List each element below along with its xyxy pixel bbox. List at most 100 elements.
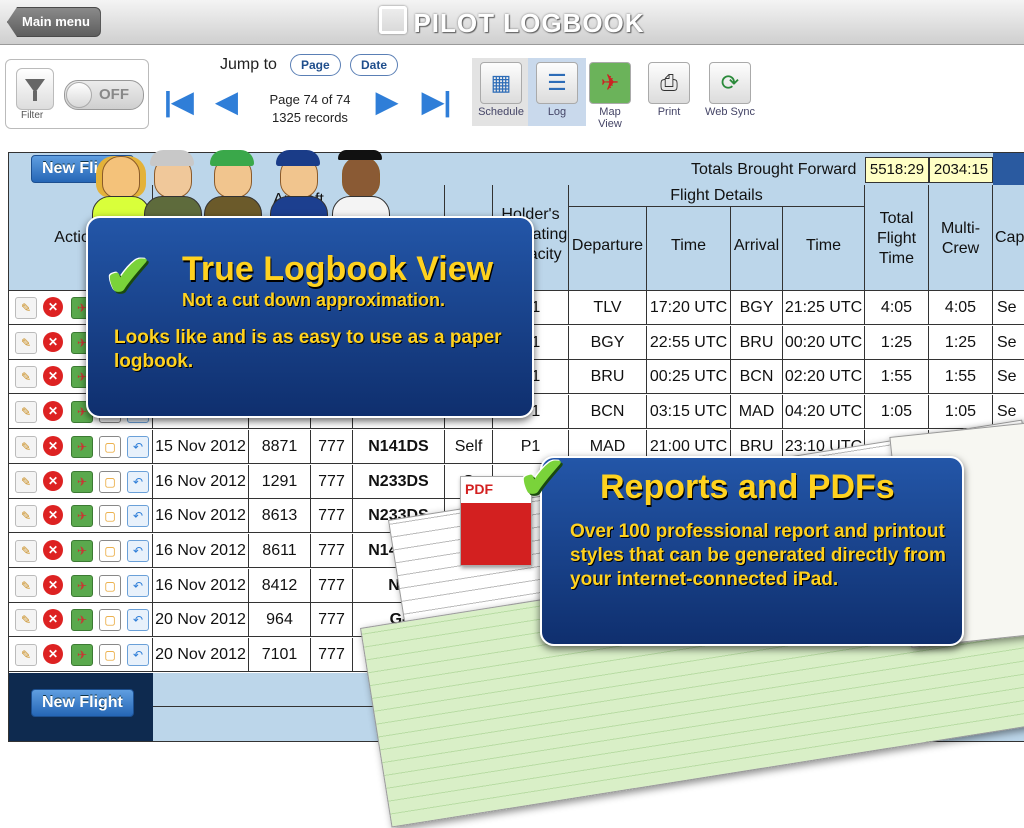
- map-icon[interactable]: ✈: [71, 435, 93, 458]
- new-flight-button-bottom[interactable]: New Flight: [31, 689, 134, 717]
- tool-map-view[interactable]: ✈ Map View: [584, 58, 636, 130]
- map-icon[interactable]: ✈: [71, 470, 93, 493]
- delete-icon[interactable]: ✕: [43, 435, 63, 456]
- reports-callout-title: Reports and PDFs: [600, 468, 895, 506]
- row-actions: ✎ ✕ ✈ ▢ ↶: [9, 568, 153, 602]
- row-date: 16 Nov 2012: [153, 533, 249, 567]
- row-arrival: BRU: [731, 325, 783, 359]
- undo-icon[interactable]: ↶: [127, 505, 149, 528]
- filter-funnel-icon[interactable]: [16, 68, 54, 110]
- undo-icon[interactable]: ↶: [127, 470, 149, 493]
- logbook-logo-icon: [379, 6, 408, 34]
- undo-icon[interactable]: ↶: [127, 539, 149, 562]
- document-icon[interactable]: ▢: [99, 644, 121, 666]
- delete-icon[interactable]: ✕: [43, 470, 63, 491]
- row-actions: ✎ ✕ ✈ ▢ ↶: [9, 638, 153, 671]
- first-page-icon[interactable]: |◀: [164, 88, 193, 116]
- multi-crew-forward: 2034:15: [929, 157, 993, 183]
- row-captain: Se: [997, 333, 1017, 351]
- map-icon: ✈: [589, 62, 631, 104]
- row-arrival-time: 00:20 UTC: [783, 325, 865, 359]
- map-icon[interactable]: ✈: [71, 644, 93, 666]
- edit-icon[interactable]: ✎: [15, 331, 37, 354]
- edit-icon[interactable]: ✎: [15, 539, 37, 562]
- document-icon[interactable]: ▢: [99, 609, 121, 632]
- row-number: 8611: [249, 533, 311, 567]
- row-number: 8871: [249, 429, 311, 463]
- jump-date-button[interactable]: Date: [350, 54, 399, 76]
- jump-to-label: Jump to: [220, 56, 277, 73]
- jump-page-button[interactable]: Page: [290, 54, 341, 76]
- row-actions: ✎ ✕ ✈ ▢ ↶: [9, 533, 153, 567]
- prev-page-icon[interactable]: ◀: [216, 88, 238, 116]
- document-icon[interactable]: ▢: [99, 505, 121, 528]
- undo-icon[interactable]: ↶: [127, 435, 149, 458]
- edit-icon[interactable]: ✎: [15, 609, 37, 632]
- delete-icon[interactable]: ✕: [43, 539, 63, 560]
- row-type: 777: [311, 429, 353, 463]
- row-multi-crew: 1:05: [929, 395, 993, 429]
- delete-icon[interactable]: ✕: [43, 505, 63, 526]
- filter-toggle[interactable]: OFF: [64, 80, 144, 110]
- toggle-state-text: OFF: [99, 86, 129, 103]
- edit-icon[interactable]: ✎: [15, 401, 37, 424]
- edit-icon[interactable]: ✎: [15, 470, 37, 493]
- delete-icon[interactable]: ✕: [43, 331, 63, 352]
- tool-web-sync[interactable]: ⟳ Web Sync: [702, 58, 758, 126]
- document-icon[interactable]: ▢: [99, 539, 121, 562]
- document-icon[interactable]: ▢: [99, 470, 121, 493]
- edit-icon[interactable]: ✎: [15, 574, 37, 597]
- undo-icon[interactable]: ↶: [127, 644, 149, 666]
- tool-web-sync-label: Web Sync: [705, 106, 755, 118]
- delete-icon[interactable]: ✕: [43, 574, 63, 595]
- header-arr-time-label: Time: [806, 237, 841, 254]
- tool-print[interactable]: ⎙ Print: [642, 58, 696, 126]
- row-date: 16 Nov 2012: [153, 568, 249, 602]
- map-icon[interactable]: ✈: [71, 609, 93, 632]
- header-dep-time-label: Time: [671, 237, 706, 254]
- row-departure: BGY: [569, 325, 647, 359]
- tool-schedule[interactable]: ▦ Schedule: [472, 58, 530, 126]
- last-page-icon[interactable]: ▶|: [422, 88, 451, 116]
- web-sync-icon: ⟳: [709, 62, 751, 104]
- row-arrival-time: 02:20 UTC: [783, 360, 865, 394]
- row-multi-crew: 1:55: [929, 360, 993, 394]
- delete-icon[interactable]: ✕: [43, 401, 63, 422]
- row-registration: N233DS: [353, 464, 445, 498]
- delete-icon[interactable]: ✕: [43, 644, 63, 664]
- tool-log[interactable]: ☰ Log: [528, 58, 586, 126]
- toggle-knob: [66, 82, 92, 108]
- document-icon[interactable]: ▢: [99, 435, 121, 458]
- row-departure-time: 00:25 UTC: [647, 360, 731, 394]
- document-icon[interactable]: ▢: [99, 574, 121, 597]
- row-registration: N141DS: [353, 429, 445, 463]
- reports-callout: Reports and PDFs Over 100 professional r…: [540, 456, 964, 646]
- header-dep-time: Time: [647, 207, 731, 291]
- undo-icon[interactable]: ↶: [127, 574, 149, 597]
- row-date: 15 Nov 2012: [153, 429, 249, 463]
- totals-brought-forward-label: Totals Brought Forward: [691, 161, 857, 178]
- log-icon: ☰: [536, 62, 578, 104]
- delete-icon[interactable]: ✕: [43, 609, 63, 630]
- delete-icon[interactable]: ✕: [43, 297, 63, 317]
- map-icon[interactable]: ✈: [71, 574, 93, 597]
- logbook-callout-subtitle: Not a cut down approximation.: [182, 290, 446, 310]
- undo-icon[interactable]: ↶: [127, 609, 149, 632]
- row-date: 20 Nov 2012: [153, 638, 249, 671]
- edit-icon[interactable]: ✎: [15, 505, 37, 528]
- header-flight-details-label: Flight Details: [670, 187, 763, 204]
- page-count: Page 74 of 74: [269, 92, 351, 107]
- edit-icon[interactable]: ✎: [15, 435, 37, 458]
- row-departure-time: 03:15 UTC: [647, 395, 731, 429]
- map-icon[interactable]: ✈: [71, 539, 93, 562]
- delete-icon[interactable]: ✕: [43, 366, 63, 387]
- edit-icon[interactable]: ✎: [15, 644, 37, 666]
- row-actions: ✎ ✕ ✈ ▢ ↶: [9, 429, 153, 463]
- next-page-icon[interactable]: ▶: [376, 88, 398, 116]
- row-arrival: MAD: [731, 395, 783, 429]
- edit-icon[interactable]: ✎: [15, 297, 37, 319]
- edit-icon[interactable]: ✎: [15, 366, 37, 389]
- row-arrival: BCN: [731, 360, 783, 394]
- row-arrival-time: 04:20 UTC: [783, 395, 865, 429]
- map-icon[interactable]: ✈: [71, 505, 93, 528]
